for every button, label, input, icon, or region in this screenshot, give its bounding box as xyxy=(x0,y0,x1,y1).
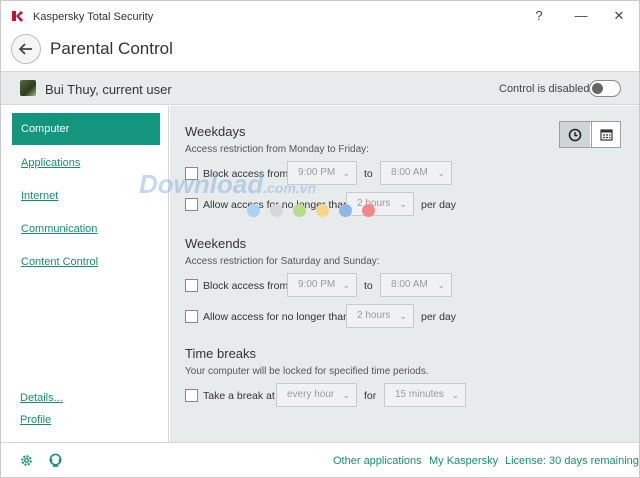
sidebar-item-internet[interactable]: Internet xyxy=(12,186,160,206)
weekdays-per-day-label: per day xyxy=(421,199,457,211)
profile-link[interactable]: Profile xyxy=(20,414,51,426)
sidebar-item-computer[interactable]: Computer xyxy=(12,113,160,145)
chevron-down-icon: ⌄ xyxy=(437,280,445,290)
breaks-title: Time breaks xyxy=(185,346,257,361)
weekdays-title: Weekdays xyxy=(185,124,246,139)
watermark-text: Download xyxy=(139,169,264,199)
chevron-down-icon: ⌄ xyxy=(399,199,407,209)
control-toggle[interactable] xyxy=(589,80,621,97)
control-status-label: Control is disabled xyxy=(499,83,590,95)
watermark-dot xyxy=(316,204,329,217)
breaks-duration-select[interactable]: 15 minutes ⌄ xyxy=(384,383,466,407)
clock-icon xyxy=(568,128,582,141)
view-toggle xyxy=(559,121,621,148)
page-title: Parental Control xyxy=(50,39,173,58)
chevron-down-icon: ⌄ xyxy=(342,390,350,400)
weekdays-subtitle: Access restriction from Monday to Friday… xyxy=(185,144,369,155)
watermark: Download.com.vn xyxy=(139,169,316,200)
weekends-allow-label: Allow access for no longer than xyxy=(203,311,349,323)
sidebar-item-content-control[interactable]: Content Control xyxy=(12,252,160,272)
my-kaspersky-link[interactable]: My Kaspersky xyxy=(429,455,498,467)
weekends-block-to-value: 8:00 AM xyxy=(391,279,428,290)
help-icon[interactable]: ? xyxy=(528,7,550,25)
title-bar: Kaspersky Total Security ? — ✕ xyxy=(1,1,639,31)
chevron-down-icon: ⌄ xyxy=(451,390,459,400)
watermark-domain: .com.vn xyxy=(263,180,317,196)
chevron-down-icon: ⌄ xyxy=(342,168,350,178)
sidebar-item-communication[interactable]: Communication xyxy=(12,219,160,239)
calendar-icon xyxy=(600,129,613,141)
weekends-block-checkbox[interactable] xyxy=(185,279,198,292)
user-name: Bui Thuy, current user xyxy=(45,82,172,97)
support-icon[interactable] xyxy=(48,453,63,468)
breaks-duration-value: 15 minutes xyxy=(395,389,444,400)
toggle-knob xyxy=(592,83,603,94)
minimize-icon[interactable]: — xyxy=(570,7,592,25)
watermark-dot xyxy=(293,204,306,217)
watermark-dot xyxy=(247,204,260,217)
license-link[interactable]: License: 30 days remaining xyxy=(505,455,639,467)
app-window: Kaspersky Total Security ? — ✕ Parental … xyxy=(0,0,640,478)
breaks-label: Take a break at xyxy=(203,390,275,402)
weekends-allow-hours-value: 2 hours xyxy=(357,310,391,321)
weekends-block-label: Block access from xyxy=(203,280,289,292)
breaks-interval-value: every hour xyxy=(287,389,335,400)
breaks-for-label: for xyxy=(364,390,377,402)
other-applications-link[interactable]: Other applications xyxy=(333,455,422,467)
kaspersky-logo-icon xyxy=(12,11,23,22)
weekends-per-day-label: per day xyxy=(421,311,457,323)
weekdays-block-to-select[interactable]: 8:00 AM ⌄ xyxy=(380,161,452,185)
weekends-allow-hours-select[interactable]: 2 hours ⌄ xyxy=(346,304,414,328)
sidebar-item-applications[interactable]: Applications xyxy=(12,153,160,173)
weekends-block-from-select[interactable]: 9:00 PM ⌄ xyxy=(287,273,357,297)
avatar xyxy=(20,80,36,96)
footer: Other applications My Kaspersky License:… xyxy=(1,442,639,477)
watermark-dot xyxy=(270,204,283,217)
weekends-subtitle: Access restriction for Saturday and Sund… xyxy=(185,256,380,267)
weekdays-to-label: to xyxy=(364,168,373,180)
weekends-block-to-select[interactable]: 8:00 AM ⌄ xyxy=(380,273,452,297)
clock-view-button[interactable] xyxy=(560,122,590,147)
breaks-subtitle: Your computer will be locked for specifi… xyxy=(185,366,429,377)
chevron-down-icon: ⌄ xyxy=(342,280,350,290)
main-panel: Weekdays Access restriction from Monday … xyxy=(170,106,639,442)
close-icon[interactable]: ✕ xyxy=(608,7,630,25)
watermark-dot xyxy=(362,204,375,217)
watermark-dot xyxy=(339,204,352,217)
breaks-interval-select[interactable]: every hour ⌄ xyxy=(276,383,357,407)
weekends-allow-checkbox[interactable] xyxy=(185,310,198,323)
chevron-down-icon: ⌄ xyxy=(399,311,407,321)
breaks-checkbox[interactable] xyxy=(185,389,198,402)
arrow-left-icon xyxy=(19,43,32,55)
weekdays-block-to-value: 8:00 AM xyxy=(391,167,428,178)
details-link[interactable]: Details... xyxy=(20,392,63,404)
user-bar: Bui Thuy, current user Control is disabl… xyxy=(1,71,639,105)
gear-icon[interactable] xyxy=(19,453,34,468)
page-header: Parental Control xyxy=(1,31,639,71)
weekends-title: Weekends xyxy=(185,236,247,251)
weekends-block-from-value: 9:00 PM xyxy=(298,279,336,290)
app-title: Kaspersky Total Security xyxy=(33,11,154,23)
sidebar: Computer Applications Internet Communica… xyxy=(1,106,169,442)
chevron-down-icon: ⌄ xyxy=(437,168,445,178)
watermark-dots xyxy=(247,204,385,220)
weekends-to-label: to xyxy=(364,280,373,292)
calendar-view-button[interactable] xyxy=(591,122,621,147)
back-button[interactable] xyxy=(11,34,41,64)
